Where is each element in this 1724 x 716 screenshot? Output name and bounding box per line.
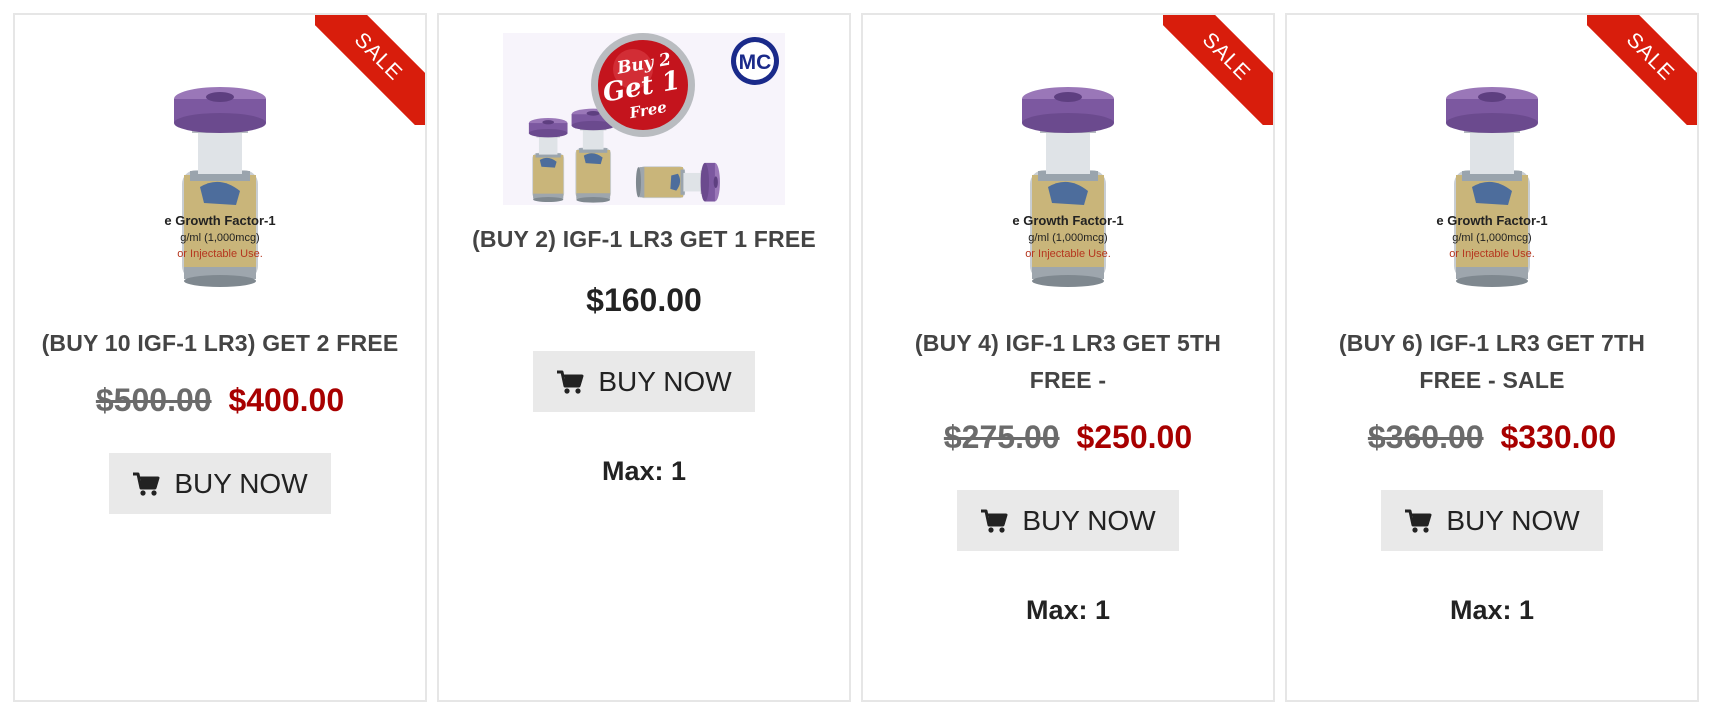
max-quantity: Max: 1 (1025, 595, 1111, 625)
price-row: $500.00 $400.00 (96, 382, 344, 419)
product-title[interactable]: (BUY 2) IGF-1 LR3 GET 1 FREE (452, 221, 836, 258)
buy-now-label: BUY NOW (1446, 504, 1580, 536)
sale-ribbon: SALE (315, 15, 425, 125)
max-quantity: Max: 1 (601, 456, 687, 486)
product-image[interactable]: e Growth Factor-1 g/ml (1,000mcg) or Inj… (160, 75, 280, 295)
old-price: $500.00 (95, 382, 212, 418)
product-image[interactable]: Buy 2 Get 1 Free MC (503, 33, 785, 205)
product-grid: SALE e Growth Factor-1 g/ml (1,000mcg) o… (13, 13, 1699, 702)
sale-price: $330.00 (1500, 419, 1617, 455)
buy-now-button[interactable]: BUY NOW (533, 351, 755, 412)
sale-ribbon: SALE (1163, 15, 1273, 125)
vial-label-line1: e Growth Factor-1 (164, 213, 275, 228)
vial-label-line1: e Growth Factor-1 (1436, 213, 1547, 228)
price-row: $360.00 $330.00 (1368, 419, 1616, 456)
vial-label-line3: or Injectable Use. (177, 248, 263, 260)
price-row: $275.00 $250.00 (944, 419, 1192, 456)
product-card: SALE e Growth Factor-1 g/ml (1,000mcg) o… (1285, 13, 1699, 702)
vial-label-line3: or Injectable Use. (1449, 248, 1535, 260)
buy-now-button[interactable]: BUY NOW (957, 490, 1179, 551)
sale-ribbon: SALE (1587, 15, 1697, 125)
buy-now-button[interactable]: BUY NOW (1381, 490, 1603, 551)
old-price: $275.00 (943, 419, 1060, 455)
buy-now-label: BUY NOW (598, 365, 732, 397)
price: $160.00 (586, 282, 702, 318)
product-card: SALE e Growth Factor-1 g/ml (1,000mcg) o… (861, 13, 1275, 702)
vial-label-line2: g/ml (1,000mcg) (180, 232, 259, 244)
buy-now-label: BUY NOW (1022, 504, 1156, 536)
mc-logo-text: MC (739, 51, 772, 74)
sale-ribbon-label: SALE (1587, 15, 1697, 125)
product-card: Buy 2 Get 1 Free MC (BUY 2) IGF-1 LR3 GE… (437, 13, 851, 702)
vial-label-line1: e Growth Factor-1 (1012, 213, 1123, 228)
vial-label-line2: g/ml (1,000mcg) (1028, 232, 1107, 244)
shopping-cart-icon (556, 369, 584, 395)
sale-price: $250.00 (1076, 419, 1193, 455)
price-row: $160.00 (586, 282, 702, 319)
product-image[interactable]: e Growth Factor-1 g/ml (1,000mcg) or Inj… (1008, 75, 1128, 295)
product-image[interactable]: e Growth Factor-1 g/ml (1,000mcg) or Inj… (1432, 75, 1552, 295)
product-title[interactable]: (BUY 4) IGF-1 LR3 GET 5TH FREE - (863, 325, 1273, 399)
product-title[interactable]: (BUY 6) IGF-1 LR3 GET 7TH FREE - SALE (1287, 325, 1697, 399)
product-title[interactable]: (BUY 10 IGF-1 LR3) GET 2 FREE (22, 325, 419, 362)
buy-now-button[interactable]: BUY NOW (109, 453, 331, 514)
shopping-cart-icon (980, 508, 1008, 534)
vial-label-line3: or Injectable Use. (1025, 248, 1111, 260)
sale-price: $400.00 (228, 382, 345, 418)
vial-label-line2: g/ml (1,000mcg) (1452, 232, 1531, 244)
old-price: $360.00 (1367, 419, 1484, 455)
sale-ribbon-label: SALE (315, 15, 425, 125)
buy-now-label: BUY NOW (174, 467, 308, 499)
sale-ribbon-label: SALE (1163, 15, 1273, 125)
shopping-cart-icon (132, 471, 160, 497)
shopping-cart-icon (1404, 508, 1432, 534)
product-card: SALE e Growth Factor-1 g/ml (1,000mcg) o… (13, 13, 427, 702)
max-quantity: Max: 1 (1449, 595, 1535, 625)
